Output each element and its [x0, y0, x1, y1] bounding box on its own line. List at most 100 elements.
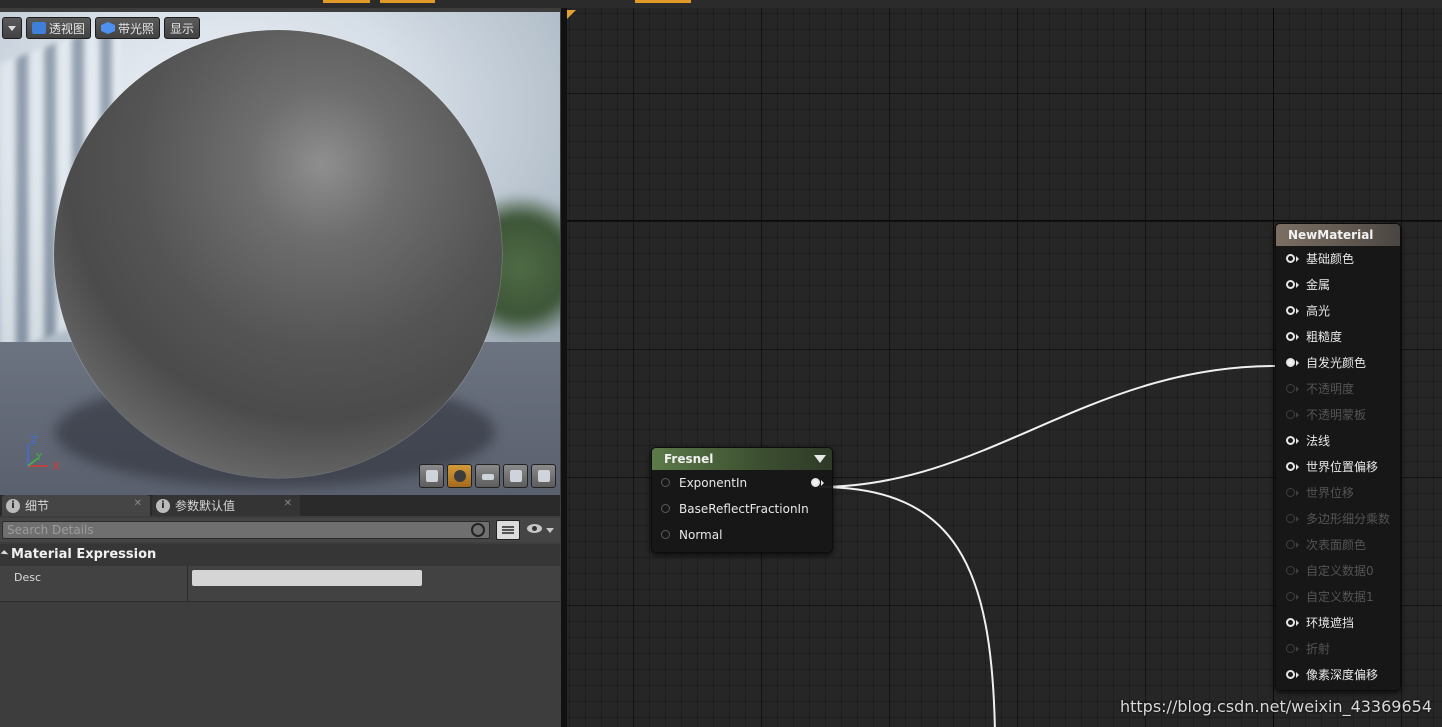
viewport-options-dropdown[interactable]: [2, 17, 22, 39]
material-input-pin[interactable]: 世界位置偏移: [1276, 454, 1400, 480]
tab-details-label: 细节: [25, 499, 50, 513]
material-input-pin[interactable]: 法线: [1276, 428, 1400, 454]
collapse-triangle-icon: [0, 550, 9, 558]
plane-icon: [482, 474, 494, 480]
material-input-pin[interactable]: 像素深度偏移: [1276, 662, 1400, 688]
fresnel-node[interactable]: Fresnel ExponentIn BaseReflectFractionIn…: [651, 447, 833, 553]
search-icon[interactable]: [471, 523, 485, 537]
input-pin-icon[interactable]: [661, 530, 670, 539]
material-input-pin[interactable]: 世界位移: [1276, 480, 1400, 506]
input-pin-icon[interactable]: [1286, 670, 1295, 679]
top-tab-strip: [0, 0, 1442, 8]
input-pin-icon[interactable]: [1286, 280, 1295, 289]
material-input-pin[interactable]: 基础颜色: [1276, 246, 1400, 272]
fresnel-input-normal[interactable]: Normal: [652, 522, 832, 548]
input-pin-icon[interactable]: [1286, 254, 1295, 263]
input-pin-icon[interactable]: [1286, 644, 1295, 653]
input-pin-icon[interactable]: [1286, 462, 1295, 471]
material-input-pin[interactable]: 环境遮挡: [1276, 610, 1400, 636]
input-pin-icon[interactable]: [1286, 436, 1295, 445]
chevron-down-icon[interactable]: [546, 528, 554, 533]
material-input-pin[interactable]: 粗糙度: [1276, 324, 1400, 350]
input-pin-icon[interactable]: [1286, 358, 1295, 367]
material-input-pin[interactable]: 折射: [1276, 636, 1400, 662]
material-input-pin[interactable]: 不透明蒙板: [1276, 402, 1400, 428]
material-input-pin[interactable]: 自发光颜色: [1276, 350, 1400, 376]
axis-gizmo: Z Y X: [27, 434, 60, 472]
material-input-pin[interactable]: 高光: [1276, 298, 1400, 324]
close-icon[interactable]: ✕: [134, 498, 142, 509]
input-pin-icon[interactable]: [1286, 488, 1295, 497]
column-separator: [187, 566, 188, 601]
fresnel-node-body: ExponentIn BaseReflectFractionIn Normal: [652, 470, 832, 552]
top-tab-highlight[interactable]: [380, 0, 435, 3]
input-pin-icon[interactable]: [1286, 384, 1295, 393]
input-pin-icon[interactable]: [1286, 410, 1295, 419]
material-input-pin[interactable]: 次表面颜色: [1276, 532, 1400, 558]
preview-custom-mesh-button[interactable]: [531, 464, 556, 488]
material-preview-viewport[interactable]: 透视图 带光照 显示 Z Y X: [0, 12, 560, 496]
fresnel-node-title[interactable]: Fresnel: [652, 448, 832, 470]
material-input-pin[interactable]: 金属: [1276, 272, 1400, 298]
material-input-pin[interactable]: 多边形细分乘数: [1276, 506, 1400, 532]
search-details-input[interactable]: Search Details: [2, 521, 490, 539]
eye-icon[interactable]: [527, 524, 542, 533]
pin-label: 世界位置偏移: [1306, 460, 1379, 474]
category-material-expression[interactable]: Material Expression: [0, 544, 560, 566]
info-icon: i: [6, 498, 20, 513]
material-graph-canvas[interactable]: Fresnel ExponentIn BaseReflectFractionIn…: [567, 8, 1442, 727]
axis-x-label: X: [52, 460, 60, 472]
tab-parameter-defaults-label: 参数默认值: [175, 499, 236, 513]
new-material-node-title[interactable]: NewMaterial: [1276, 224, 1400, 246]
pin-label: 基础颜色: [1306, 252, 1355, 266]
material-input-pin[interactable]: 不透明度: [1276, 376, 1400, 402]
tab-details[interactable]: i 细节 ✕: [2, 495, 150, 516]
input-arrow-icon: [1296, 282, 1299, 288]
input-pin-icon[interactable]: [1286, 540, 1295, 549]
preview-cylinder-button[interactable]: [419, 464, 444, 488]
preview-sphere-button[interactable]: [447, 464, 472, 488]
new-material-title-label: NewMaterial: [1288, 228, 1374, 242]
input-pin-icon[interactable]: [1286, 332, 1295, 341]
fresnel-input-base-reflect[interactable]: BaseReflectFractionIn: [652, 496, 832, 522]
input-pin-icon[interactable]: [1286, 592, 1295, 601]
input-arrow-icon: [1296, 672, 1299, 678]
pin-label: 不透明度: [1306, 382, 1355, 396]
lit-cube-icon: [101, 22, 116, 34]
input-pin-icon[interactable]: [1286, 566, 1295, 575]
input-arrow-icon: [1296, 594, 1299, 600]
property-row-desc: Desc: [0, 566, 560, 602]
new-material-node[interactable]: NewMaterial 基础颜色金属 高光粗糙度自发光颜色不透明度不透明蒙板 法线世…: [1275, 223, 1401, 691]
cylinder-icon: [426, 470, 438, 482]
fresnel-title-label: Fresnel: [664, 452, 714, 466]
input-arrow-icon: [1296, 490, 1299, 496]
material-input-pin[interactable]: 自定义数据1: [1276, 584, 1400, 610]
desc-text-field[interactable]: [192, 570, 422, 586]
material-input-pin[interactable]: 自定义数据0: [1276, 558, 1400, 584]
input-pin-icon[interactable]: [1286, 618, 1295, 627]
top-tab-highlight[interactable]: [323, 0, 370, 3]
pin-label: 多边形细分乘数: [1306, 512, 1391, 526]
preview-cube-button[interactable]: [503, 464, 528, 488]
property-label-desc: Desc: [14, 571, 42, 584]
input-pin-icon[interactable]: [1286, 514, 1295, 523]
input-arrow-icon: [1296, 516, 1299, 522]
fresnel-input-exponent[interactable]: ExponentIn: [652, 470, 832, 496]
show-button[interactable]: 显示: [164, 17, 201, 39]
perspective-button[interactable]: 透视图: [26, 17, 92, 39]
view-options-list-button[interactable]: [496, 520, 520, 540]
pin-label: 粗糙度: [1306, 330, 1343, 344]
chevron-down-icon[interactable]: [814, 455, 826, 463]
output-pin-icon[interactable]: [811, 478, 820, 487]
tab-parameter-defaults[interactable]: i 参数默认值 ✕: [152, 495, 300, 516]
top-tab-highlight[interactable]: [635, 0, 691, 3]
close-icon[interactable]: ✕: [284, 498, 292, 509]
lit-button[interactable]: 带光照: [95, 17, 161, 39]
input-pin-icon[interactable]: [1286, 306, 1295, 315]
input-arrow-icon: [1296, 360, 1299, 366]
input-pin-icon[interactable]: [661, 478, 670, 487]
perspective-icon: [32, 22, 46, 34]
preview-sphere[interactable]: [54, 30, 502, 478]
preview-plane-button[interactable]: [475, 464, 500, 488]
input-pin-icon[interactable]: [661, 504, 670, 513]
